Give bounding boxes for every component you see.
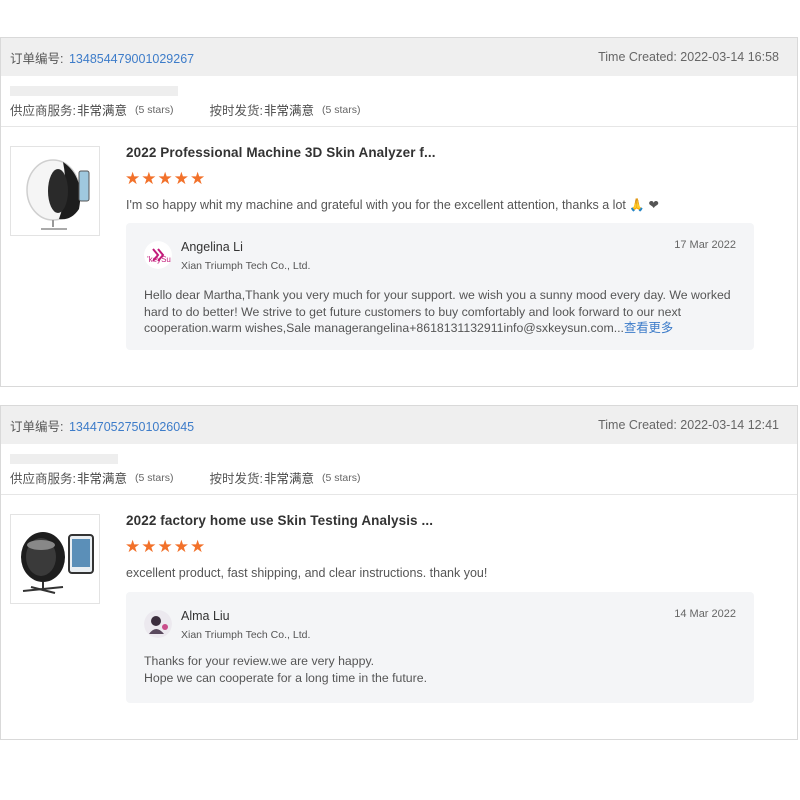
seller-ratings: 供应商服务: 非常满意 (5 stars) 按时发货: 非常满意 (5 star…: [1, 464, 797, 487]
seller-ratings: 供应商服务: 非常满意 (5 stars) 按时发货: 非常满意 (5 star…: [1, 96, 797, 119]
blurred-buyer-name: [10, 86, 178, 96]
review-text: I'm so happy whit my machine and gratefu…: [126, 198, 659, 212]
seller-avatar: [144, 610, 172, 638]
reply-date: 17 Mar 2022: [674, 239, 736, 251]
rating-value-shipping: 非常满意: [264, 104, 315, 118]
order-header: 订单编号: 1348544790010292​67 Time Created: …: [1, 38, 797, 76]
rating-value-service: 非常满意: [76, 472, 127, 486]
order-id: 订单编号: 134470527501026045: [10, 416, 194, 435]
rating-label-service: 供应商服务:: [10, 472, 76, 486]
product-thumbnail[interactable]: [10, 146, 100, 236]
rating-value-shipping: 非常满意: [264, 472, 315, 486]
reply-author-name: Angelina Li: [181, 240, 243, 254]
blurred-buyer-name: [10, 454, 118, 464]
product-title[interactable]: 2022 factory home use Skin Testing Analy…: [126, 513, 433, 528]
reply-line: Hello dear Martha,Thank you very much fo…: [144, 288, 731, 302]
rating-label-shipping: 按时发货:: [209, 472, 263, 486]
reply-line: Thanks for your review.we are very happy…: [144, 654, 375, 668]
order-number-label: 订单编号:: [10, 51, 64, 66]
product-title[interactable]: 2022 Professional Machine 3D Skin Analyz…: [126, 145, 436, 160]
review-body: 2022 Professional Machine 3D Skin Analyz…: [1, 127, 797, 387]
rating-stars-shipping: (5 stars): [322, 471, 361, 484]
rating-label-service: 供应商服务:: [10, 104, 76, 118]
review-star-rating: ★★★★★: [125, 169, 207, 188]
reply-author-name: Alma Liu: [181, 609, 230, 623]
skin-analyzer-image: [26, 159, 90, 230]
seller-reply: Alma Liu Xian Triumph Tech Co., Ltd. 14 …: [126, 592, 754, 703]
reply-company: Xian Triumph Tech Co., Ltd.: [181, 629, 311, 641]
reply-text: Hello dear Martha,Thank you very much fo…: [144, 287, 736, 337]
seller-reply: 'keySu Angelina Li Xian Triumph Tech Co.…: [126, 223, 754, 350]
reply-line: hard to do better! We strive to get futu…: [144, 304, 682, 319]
product-thumbnail[interactable]: [10, 514, 100, 604]
order-number-link[interactable]: 134470527501026045: [69, 420, 194, 434]
order-card: 订单编号: 134470527501026045 Time Created: 2…: [0, 405, 798, 740]
time-created: Time Created: 2022-03-14 16:58: [598, 50, 779, 64]
reply-line: cooperation.warm wishes,Sale managerange…: [144, 321, 624, 335]
order-number-label: 订单编号:: [10, 419, 64, 434]
seller-logo-text: 'keySu: [147, 255, 171, 264]
order-id: 订单编号: 1348544790010292​67: [10, 48, 194, 67]
order-number-link[interactable]: 1348544790010292​67: [69, 52, 194, 66]
reply-line: Hope we can cooperate for a long time in…: [144, 670, 427, 685]
rating-stars-service: (5 stars): [135, 103, 174, 116]
rating-stars-shipping: (5 stars): [322, 103, 361, 116]
review-body: 2022 factory home use Skin Testing Analy…: [1, 495, 797, 755]
rating-value-service: 非常满意: [76, 104, 127, 118]
order-header: 订单编号: 134470527501026045 Time Created: 2…: [1, 406, 797, 444]
rating-label-shipping: 按时发货:: [209, 104, 263, 118]
reply-text: Thanks for your review.we are very happy…: [144, 653, 736, 686]
review-text: excellent product, fast shipping, and cl…: [126, 566, 488, 580]
rating-stars-service: (5 stars): [135, 471, 174, 484]
reply-company: Xian Triumph Tech Co., Ltd.: [181, 260, 311, 272]
view-more-link[interactable]: 查看更多: [624, 321, 673, 335]
reply-date: 14 Mar 2022: [674, 608, 736, 620]
review-star-rating: ★★★★★: [125, 537, 207, 556]
order-card: 订单编号: 1348544790010292​67 Time Created: …: [0, 37, 798, 387]
reply-line-last: cooperation.warm wishes,Sale managerange…: [144, 320, 736, 337]
time-created: Time Created: 2022-03-14 12:41: [598, 418, 779, 432]
skin-testing-device-image: [21, 532, 94, 594]
